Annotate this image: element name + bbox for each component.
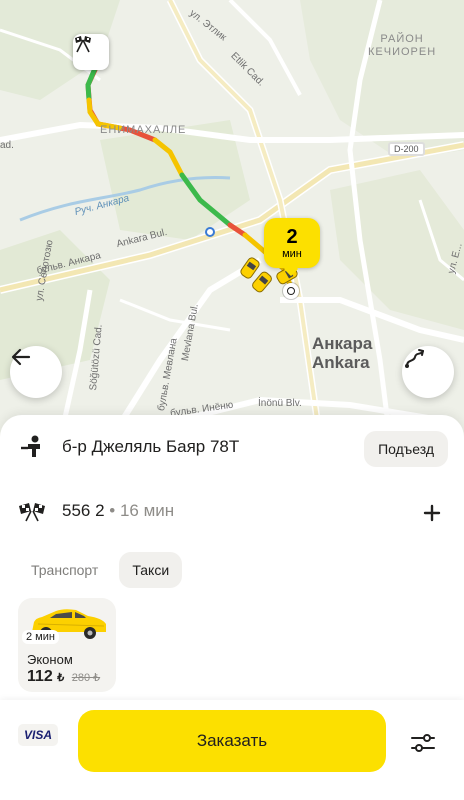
price-value: 112 bbox=[27, 668, 53, 685]
road-label: ad. bbox=[0, 140, 14, 151]
bottom-bar: VISA Заказать bbox=[0, 700, 464, 800]
tariff-card-economy[interactable]: 2 мин Эконом 112 ₺ 280 ₺ bbox=[18, 598, 116, 692]
eta-unit: мин bbox=[282, 247, 302, 260]
trip-duration: 16 мин bbox=[119, 501, 175, 520]
entrance-button[interactable]: Подъезд bbox=[364, 431, 448, 467]
route-start-marker[interactable] bbox=[73, 34, 109, 70]
eta-value: 2 bbox=[286, 225, 298, 248]
map-view[interactable]: РАЙОН КЕЧИОРЕН ЕНИМАХАЛЛЕ ул. Этлик Etli… bbox=[0, 0, 464, 440]
tab-transport[interactable]: Транспорт bbox=[18, 552, 111, 588]
pickup-point-marker bbox=[283, 283, 299, 299]
mode-tabs: Транспорт Такси bbox=[18, 552, 183, 588]
destination-address: 556 2 bbox=[62, 501, 105, 520]
tariff-price: 112 ₺ 280 ₺ bbox=[27, 668, 100, 686]
poi-marker bbox=[205, 227, 215, 237]
add-stop-button[interactable] bbox=[418, 499, 446, 527]
person-pin-icon bbox=[18, 433, 46, 461]
separator-dot: • bbox=[109, 501, 116, 520]
eta-marker: 2 мин bbox=[264, 218, 320, 268]
tariff-eta: 2 мин bbox=[22, 630, 59, 644]
checkered-flags-icon bbox=[75, 36, 91, 53]
map-canvas bbox=[0, 0, 464, 440]
payment-method-button[interactable]: VISA bbox=[18, 724, 58, 746]
tab-taxi[interactable]: Такси bbox=[119, 552, 183, 588]
arrow-left-icon bbox=[11, 348, 31, 366]
district-label: РАЙОН КЕЧИОРЕН bbox=[368, 33, 437, 58]
route-icon bbox=[405, 349, 424, 368]
order-button[interactable]: Заказать bbox=[78, 710, 386, 772]
checkered-flags-icon bbox=[18, 497, 46, 525]
city-label: Анкара bbox=[312, 334, 373, 353]
district-label: ЕНИМАХАЛЛЕ bbox=[100, 124, 187, 136]
plus-icon bbox=[423, 504, 441, 522]
road-label: İnönü Blv. bbox=[258, 398, 302, 409]
price-currency: ₺ bbox=[57, 672, 65, 684]
tariff-name: Эконом bbox=[27, 652, 73, 667]
back-button[interactable] bbox=[10, 346, 62, 398]
pickup-address[interactable]: б-р Джеляль Баяр 78Т bbox=[62, 437, 239, 457]
route-button[interactable] bbox=[402, 346, 454, 398]
old-price: 280 ₺ bbox=[71, 672, 101, 684]
order-settings-button[interactable] bbox=[408, 728, 438, 758]
road-number-badge: D-200 bbox=[388, 142, 425, 156]
city-label: Ankara bbox=[312, 353, 370, 372]
destination-field[interactable]: 556 2 • 16 мин bbox=[62, 501, 174, 521]
taxi-car-icon bbox=[252, 271, 272, 293]
sliders-icon bbox=[411, 734, 435, 752]
